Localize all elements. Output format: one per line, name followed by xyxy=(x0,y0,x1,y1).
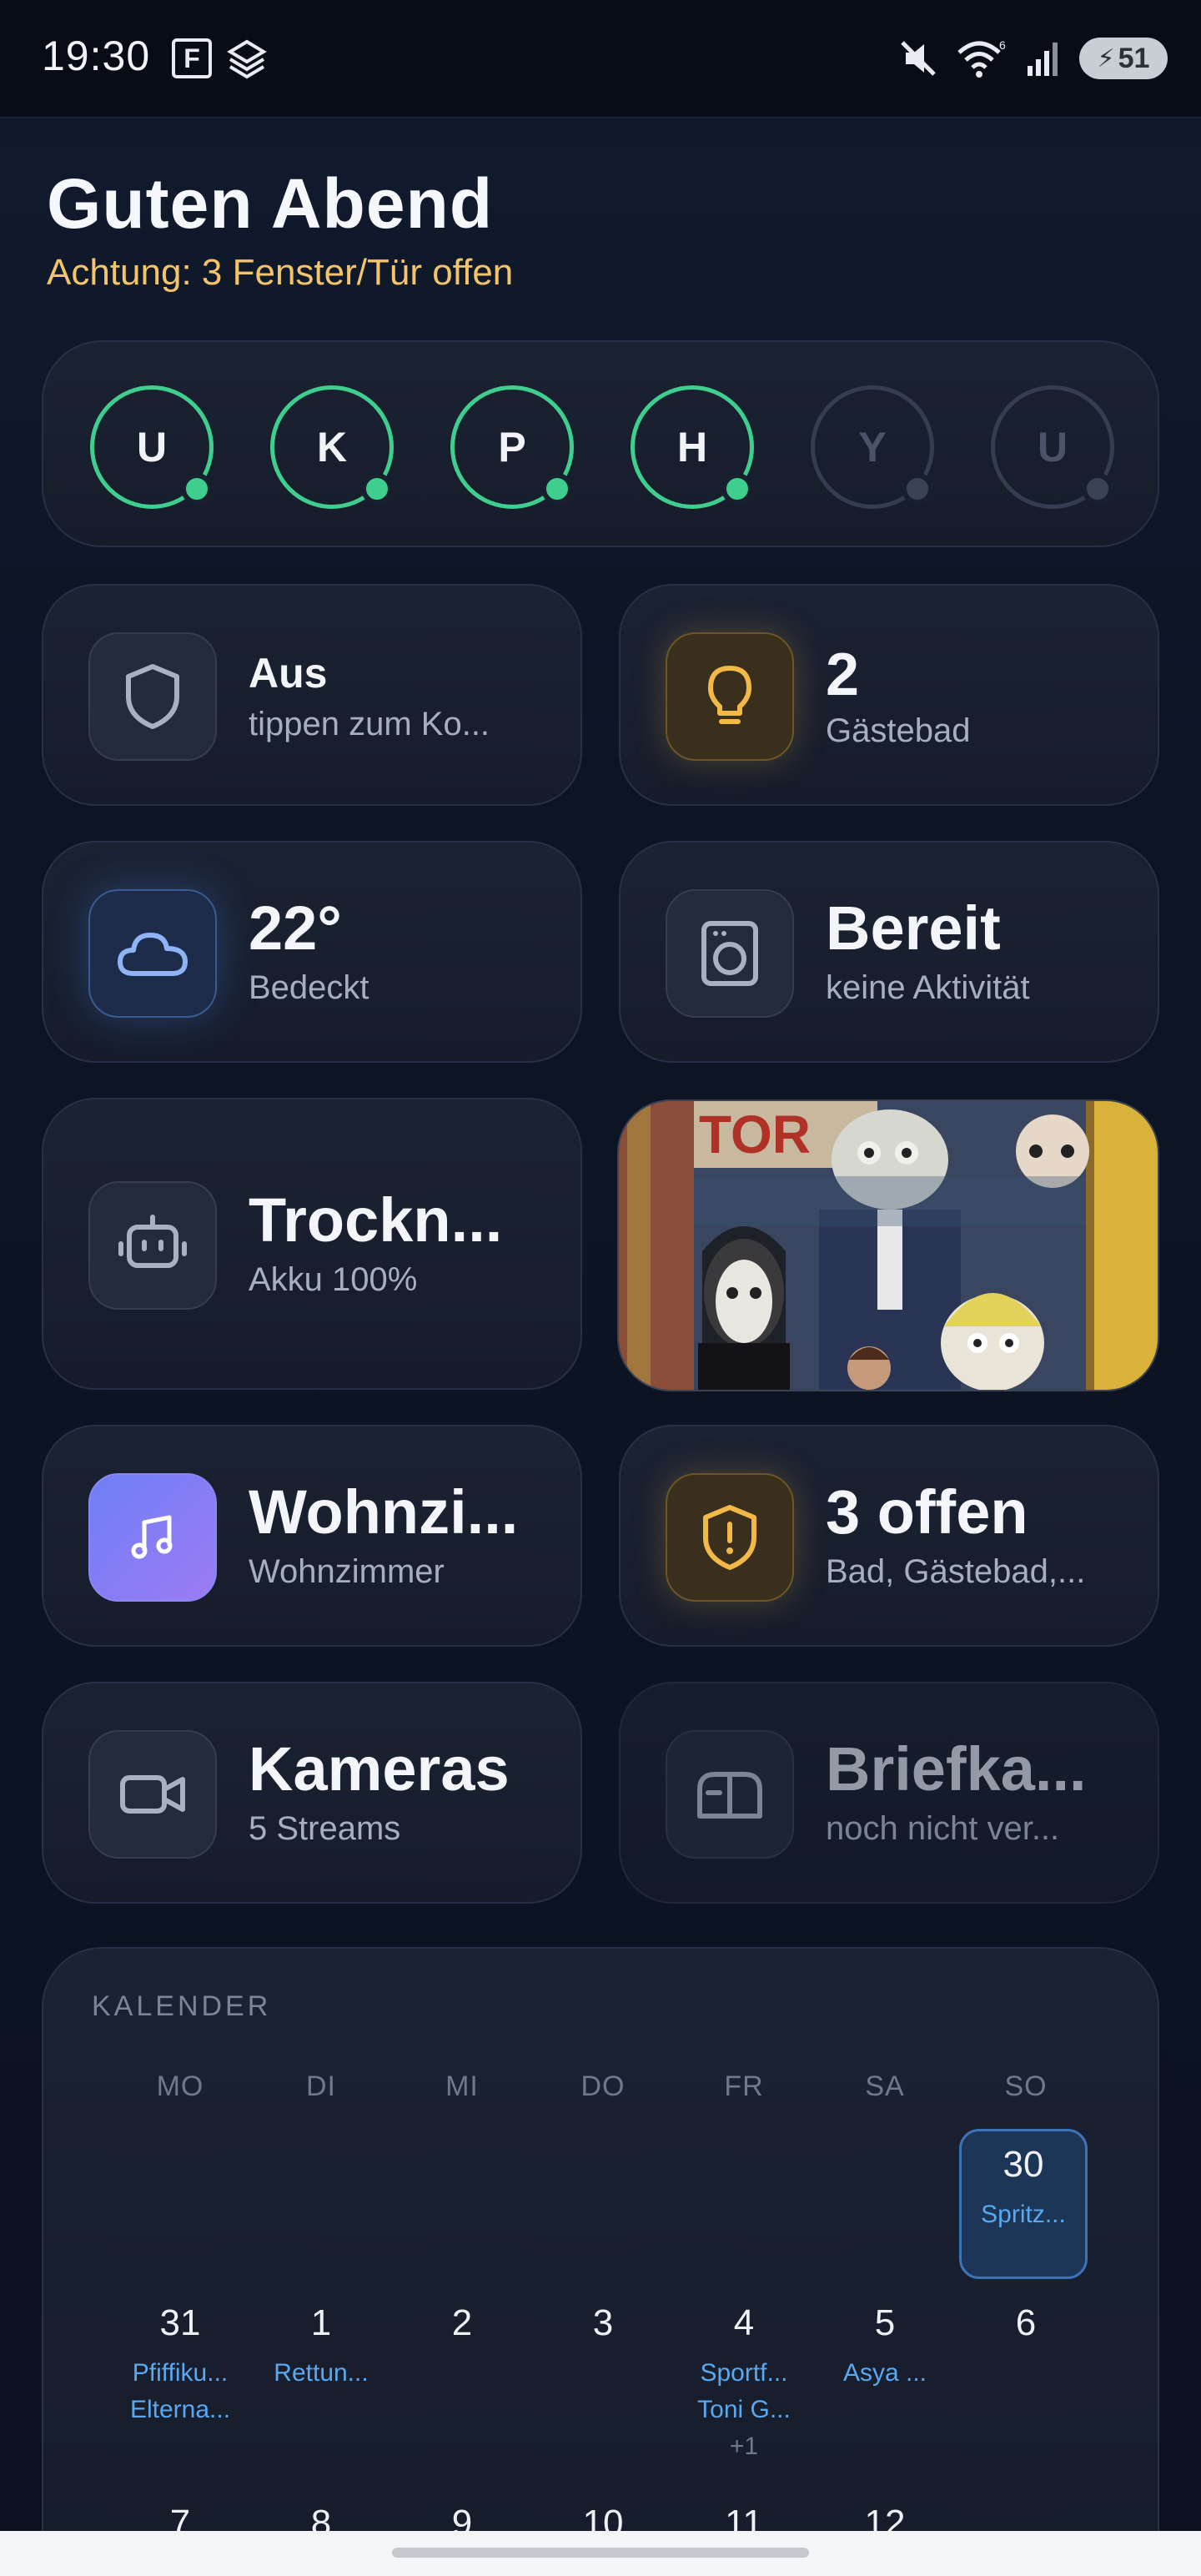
person-avatar[interactable]: H xyxy=(631,385,754,509)
signal-icon xyxy=(1028,43,1058,76)
calendar-day[interactable]: 2 xyxy=(395,2302,529,2344)
mute-icon xyxy=(901,41,936,76)
calendar-title: KALENDER xyxy=(92,1990,272,2022)
calendar-event[interactable]: Toni G... xyxy=(677,2396,811,2424)
calendar-day[interactable]: 1 xyxy=(254,2302,388,2344)
calendar-day[interactable]: 5 xyxy=(818,2302,952,2344)
layers-icon xyxy=(227,39,267,79)
app-screen: 19:30 F 6 ⚡ 51 Guten Abend Achtung: 3 Fe… xyxy=(0,0,1201,2576)
media-poster-image[interactable]: TOR xyxy=(617,1099,1159,1391)
weather-temperature: 22° xyxy=(249,893,342,963)
washer-tile[interactable]: Bereit keine Aktivität xyxy=(619,841,1159,1063)
weekday-label: DI xyxy=(306,2070,336,2102)
presence-dot xyxy=(721,473,753,505)
windows-open-count: 3 offen xyxy=(826,1477,1028,1547)
video-camera-icon xyxy=(88,1730,217,1859)
person-avatar[interactable]: U xyxy=(90,385,214,509)
weekday-label: SA xyxy=(865,2070,905,2102)
calendar-event[interactable]: Sportf... xyxy=(677,2359,811,2387)
washer-status: Bereit xyxy=(826,893,1001,963)
windows-open-rooms: Bad, Gästebad,... xyxy=(826,1553,1086,1590)
washing-machine-icon xyxy=(666,889,794,1018)
calendar-card: KALENDER MO DI MI DO FR SA SO 30 Spritz.… xyxy=(42,1947,1159,2576)
calendar-day[interactable]: 3 xyxy=(536,2302,670,2344)
weekday-label: FR xyxy=(724,2070,764,2102)
robot-status: Trockn... xyxy=(249,1185,503,1255)
weekday-label: SO xyxy=(1004,2070,1048,2102)
alarm-tile[interactable]: Aus tippen zum Ko... xyxy=(42,584,582,806)
alarm-status: Aus xyxy=(249,650,328,697)
music-room: Wohnzimmer xyxy=(249,1553,445,1590)
music-note-icon xyxy=(88,1473,217,1602)
shield-icon xyxy=(88,632,217,761)
calendar-event[interactable]: Asya ... xyxy=(818,2359,952,2387)
battery-icon: ⚡ 51 xyxy=(1079,38,1168,79)
person-avatar[interactable]: U xyxy=(991,385,1114,509)
presence-dot xyxy=(181,473,213,505)
calendar-day[interactable]: 6 xyxy=(959,2302,1093,2344)
person-avatar[interactable]: P xyxy=(450,385,574,509)
lights-tile[interactable]: 2 Gästebad xyxy=(619,584,1159,806)
greeting-title: Guten Abend xyxy=(47,164,494,243)
presence-dot xyxy=(361,473,393,505)
weekday-label: DO xyxy=(580,2070,626,2102)
music-tile[interactable]: Wohnzi... Wohnzimmer xyxy=(42,1425,582,1647)
presence-dot xyxy=(1082,473,1113,505)
robot-tile[interactable]: Trockn... Akku 100% xyxy=(42,1098,582,1390)
open-window-alert[interactable]: Achtung: 3 Fenster/Tür offen xyxy=(47,252,513,294)
cloud-icon xyxy=(88,889,217,1018)
svg-text:TOR: TOR xyxy=(699,1104,811,1165)
weather-tile[interactable]: 22° Bedeckt xyxy=(42,841,582,1063)
lights-count: 2 xyxy=(826,641,860,708)
status-bar: 19:30 F 6 ⚡ 51 xyxy=(0,0,1201,118)
music-player-name: Wohnzi... xyxy=(249,1477,519,1547)
weekday-label: MI xyxy=(445,2070,479,2102)
calendar-event[interactable]: Elterna... xyxy=(113,2396,247,2424)
calendar-day[interactable]: 31 xyxy=(113,2302,247,2344)
f-badge-icon: F xyxy=(172,38,212,78)
weekday-label: MO xyxy=(156,2070,204,2102)
svg-text:6: 6 xyxy=(999,38,1006,52)
calendar-event[interactable]: Pfiffiku... xyxy=(113,2359,247,2387)
calendar-event[interactable]: Spritz... xyxy=(957,2201,1090,2229)
calendar-more-events[interactable]: +1 xyxy=(677,2433,811,2461)
alarm-hint: tippen zum Ko... xyxy=(249,706,490,742)
robot-battery: Akku 100% xyxy=(249,1261,418,1298)
cameras-streams: 5 Streams xyxy=(249,1810,401,1847)
cameras-title: Kameras xyxy=(249,1734,510,1804)
mailbox-title: Briefka... xyxy=(826,1734,1087,1804)
status-icons: 6 ⚡ 51 xyxy=(897,33,1168,83)
calendar-event[interactable]: Rettun... xyxy=(254,2359,388,2387)
status-time: 19:30 xyxy=(42,33,151,79)
mailbox-tile[interactable]: Briefka... noch nicht ver... xyxy=(619,1682,1159,1904)
battery-level: 51 xyxy=(1118,42,1150,74)
cameras-tile[interactable]: Kameras 5 Streams xyxy=(42,1682,582,1904)
lightbulb-icon xyxy=(666,632,794,761)
calendar-day: 30 xyxy=(1003,2144,1044,2185)
home-indicator[interactable] xyxy=(392,2548,809,2558)
windows-tile[interactable]: 3 offen Bad, Gästebad,... xyxy=(619,1425,1159,1647)
washer-activity: keine Aktivität xyxy=(826,969,1030,1006)
presence-card: U K P H Y U xyxy=(42,340,1159,547)
lights-room: Gästebad xyxy=(826,712,971,749)
mailbox-status: noch nicht ver... xyxy=(826,1810,1060,1847)
person-avatar[interactable]: K xyxy=(270,385,394,509)
presence-dot xyxy=(541,473,573,505)
wifi-icon: 6 xyxy=(957,38,1006,78)
calendar-day[interactable]: 4 xyxy=(677,2302,811,2344)
person-avatar[interactable]: Y xyxy=(811,385,934,509)
weather-condition: Bedeckt xyxy=(249,969,369,1006)
mailbox-icon xyxy=(666,1730,794,1859)
robot-icon xyxy=(88,1181,217,1310)
shield-alert-icon xyxy=(666,1473,794,1602)
presence-dot xyxy=(902,473,933,505)
